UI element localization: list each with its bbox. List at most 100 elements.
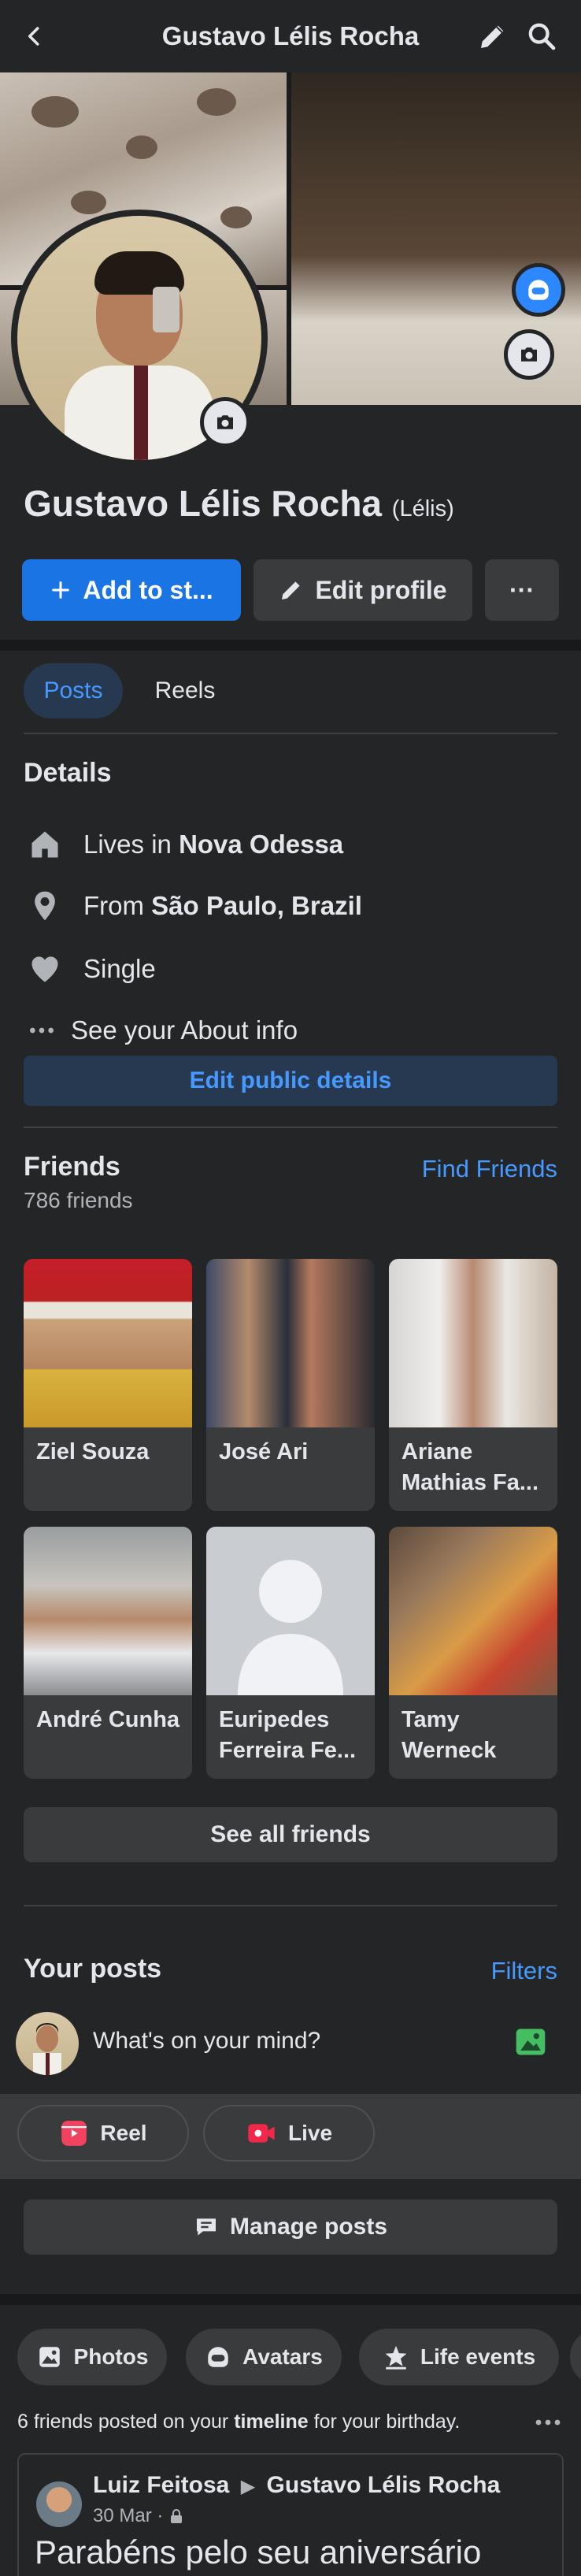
friend-name: Ziel Souza bbox=[36, 1439, 150, 1464]
profile-name: Gustavo Lélis Rocha (Lélis) bbox=[24, 482, 454, 525]
friends-count: 786 friends bbox=[24, 1188, 133, 1212]
chip-photos[interactable]: Photos bbox=[17, 2329, 167, 2385]
edit-public-details-button[interactable]: Edit public details bbox=[24, 1056, 557, 1106]
search-icon[interactable] bbox=[523, 17, 561, 55]
friend-photo bbox=[24, 1259, 192, 1427]
chip-avatars[interactable]: Avatars bbox=[186, 2329, 342, 2385]
profile-page: Gustavo Lélis Rocha Gustavo Lélis Rocha … bbox=[0, 0, 581, 2576]
more-icon: ··· bbox=[509, 575, 535, 604]
tabs-divider bbox=[24, 733, 557, 734]
default-avatar-icon bbox=[238, 1560, 343, 1695]
profile-name-text: Gustavo Lélis Rocha bbox=[24, 483, 383, 524]
chip-life-events[interactable]: Life events bbox=[359, 2329, 559, 2385]
edit-profile-label: Edit profile bbox=[315, 575, 447, 604]
friend-name: Euripedes Ferreira Fe... bbox=[219, 1707, 357, 1763]
birthday-bold: timeline bbox=[234, 2411, 309, 2433]
detail-relationship: Single bbox=[24, 947, 156, 991]
lives-prefix: Lives in bbox=[83, 830, 172, 859]
ellipsis-icon bbox=[24, 1009, 60, 1052]
plus-icon bbox=[52, 581, 70, 599]
birthday-summary: 6 friends posted on your timeline for yo… bbox=[17, 2411, 460, 2433]
chip-overflow[interactable] bbox=[570, 2329, 581, 2385]
friend-card[interactable]: Ziel Souza bbox=[24, 1259, 192, 1511]
composer-avatar[interactable] bbox=[16, 2012, 79, 2075]
detail-lives-in: Lives in Nova Odessa bbox=[24, 822, 343, 867]
your-posts-title: Your posts bbox=[24, 1954, 162, 1984]
chip-avatars-label: Avatars bbox=[242, 2344, 323, 2369]
timeline-post[interactable]: Luiz Feitosa ▶ Gustavo Lélis Rocha 30 Ma… bbox=[17, 2453, 564, 2576]
arrow-right-icon: ▶ bbox=[240, 2476, 256, 2497]
from-prefix: From bbox=[83, 891, 144, 920]
friend-name: Ariane Mathias Fa... bbox=[402, 1439, 539, 1495]
photo-icon[interactable] bbox=[513, 2025, 548, 2059]
comment-list-icon bbox=[196, 2218, 216, 2236]
add-to-story-label: Add to st... bbox=[83, 575, 213, 604]
location-pin-icon bbox=[24, 885, 66, 927]
friend-name: José Ari bbox=[219, 1439, 309, 1464]
post-date: 30 Mar · bbox=[93, 2505, 164, 2526]
avatar-button[interactable] bbox=[512, 263, 565, 317]
friend-card[interactable]: Tamy Werneck bbox=[389, 1527, 557, 1779]
detail-about[interactable]: See your About info bbox=[24, 1008, 298, 1052]
post-meta: 30 Mar · bbox=[93, 2505, 183, 2527]
more-button[interactable]: ··· bbox=[485, 559, 559, 621]
reel-icon bbox=[61, 2121, 87, 2146]
section-divider bbox=[0, 2294, 581, 2305]
friend-name: André Cunha bbox=[36, 1707, 180, 1732]
tab-posts[interactable]: Posts bbox=[24, 663, 123, 718]
pencil-icon bbox=[282, 581, 301, 599]
chip-life-events-label: Life events bbox=[420, 2344, 536, 2369]
reel-button[interactable]: Reel bbox=[17, 2105, 189, 2162]
friend-card[interactable]: Euripedes Ferreira Fe... bbox=[206, 1527, 375, 1779]
composer-input[interactable]: What's on your mind? bbox=[93, 2028, 320, 2054]
profile-camera-button[interactable] bbox=[200, 397, 250, 447]
friend-card[interactable]: José Ari bbox=[206, 1259, 375, 1511]
find-friends-link[interactable]: Find Friends bbox=[422, 1155, 557, 1183]
post-author[interactable]: Luiz Feitosa bbox=[93, 2472, 229, 2498]
live-button[interactable]: Live bbox=[203, 2105, 375, 2162]
birthday-suffix: for your birthday. bbox=[313, 2411, 461, 2433]
manage-posts-label: Manage posts bbox=[229, 2214, 388, 2240]
friend-photo bbox=[206, 1527, 375, 1695]
add-to-story-button[interactable]: Add to st... bbox=[22, 559, 241, 621]
edit-profile-button[interactable]: Edit profile bbox=[253, 559, 472, 621]
detail-from: From São Paulo, Brazil bbox=[24, 884, 362, 928]
post-header: Luiz Feitosa ▶ Gustavo Lélis Rocha bbox=[93, 2472, 500, 2499]
friend-photo bbox=[206, 1259, 375, 1427]
lives-value: Nova Odessa bbox=[179, 830, 344, 859]
friend-photo bbox=[389, 1527, 557, 1695]
lock-icon bbox=[171, 2509, 183, 2523]
tab-reels[interactable]: Reels bbox=[135, 663, 235, 718]
avatar-face-icon bbox=[208, 2347, 228, 2367]
section-divider bbox=[0, 640, 581, 651]
details-title: Details bbox=[24, 758, 112, 788]
post-target[interactable]: Gustavo Lélis Rocha bbox=[267, 2472, 501, 2498]
friend-name: Tamy Werneck bbox=[402, 1707, 497, 1763]
birthday-more-icon[interactable] bbox=[532, 2411, 564, 2434]
star-icon bbox=[385, 2345, 407, 2370]
details-divider bbox=[24, 1127, 557, 1128]
birthday-prefix: 6 friends posted on your bbox=[17, 2411, 229, 2433]
home-icon bbox=[24, 823, 66, 866]
heart-icon bbox=[24, 948, 66, 990]
friend-photo bbox=[389, 1259, 557, 1427]
camera-icon bbox=[521, 347, 537, 362]
live-icon bbox=[248, 2124, 275, 2143]
post-text: Parabéns pelo seu aniversário bbox=[35, 2533, 482, 2570]
about-link: See your About info bbox=[71, 1015, 298, 1045]
friend-card[interactable]: Ariane Mathias Fa... bbox=[389, 1259, 557, 1511]
top-bar: Gustavo Lélis Rocha bbox=[0, 0, 581, 72]
friends-divider bbox=[24, 1905, 557, 1906]
camera-icon bbox=[217, 415, 233, 429]
cover-camera-button[interactable] bbox=[504, 329, 554, 380]
friends-title: Friends bbox=[24, 1152, 120, 1182]
friend-card[interactable]: André Cunha bbox=[24, 1527, 192, 1779]
pencil-icon[interactable] bbox=[474, 17, 512, 55]
filters-link[interactable]: Filters bbox=[491, 1957, 557, 1985]
post-author-avatar[interactable] bbox=[36, 2481, 82, 2527]
see-all-friends-button[interactable]: See all friends bbox=[24, 1807, 557, 1862]
relationship-value: Single bbox=[83, 954, 156, 983]
live-label: Live bbox=[287, 2121, 333, 2145]
from-value: São Paulo, Brazil bbox=[151, 891, 362, 920]
manage-posts-button[interactable]: Manage posts bbox=[24, 2199, 557, 2255]
